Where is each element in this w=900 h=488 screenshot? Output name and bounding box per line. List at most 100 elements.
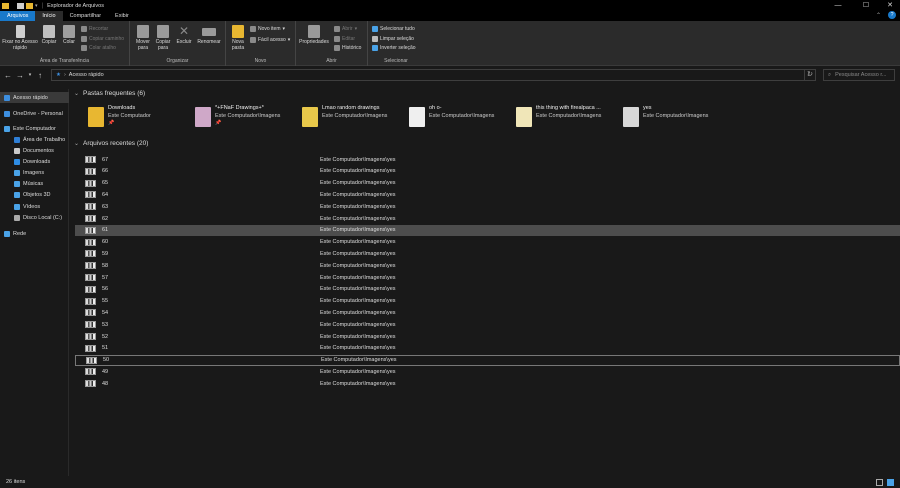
history-button[interactable]: Histórico [334, 45, 361, 51]
delete-button[interactable]: ✕ Excluir [175, 25, 193, 46]
easy-access-button[interactable]: Fácil acesso ▾ [250, 37, 290, 43]
breadcrumb-path[interactable]: Acesso rápido [69, 72, 104, 78]
sidebar-item-videos[interactable]: Vídeos [0, 201, 69, 212]
list-item[interactable]: 60 Este Computador\Imagens\yes [75, 237, 900, 248]
recent-locations-chevron-icon[interactable]: ▾ [26, 72, 34, 78]
move-to-button[interactable]: Mover para [133, 25, 153, 51]
sidebar-item-label: Imagens [23, 169, 45, 176]
details-view-icon[interactable] [876, 478, 883, 486]
frequent-folder-item[interactable]: Lmao random drawings Este Computador\Imag… [302, 105, 402, 135]
list-item[interactable]: 55 Este Computador\Imagens\yes [75, 296, 900, 307]
clear-selection-button[interactable]: Limpar seleção [372, 36, 414, 42]
tab-arquivos[interactable]: Arquivos [0, 11, 36, 21]
select-group: Selecionar tudo Limpar seleção Inverter … [368, 21, 424, 66]
list-item[interactable]: 50 Este Computador\Imagens\yes [75, 354, 900, 366]
list-item[interactable]: 49 Este Computador\Imagens\yes [75, 366, 900, 377]
close-button[interactable]: ✕ [880, 0, 900, 11]
back-arrow-icon[interactable]: ← [2, 71, 14, 80]
file-path: Este Computador\Imagens\yes [320, 215, 396, 222]
open-button[interactable]: Abrir ▾ [334, 26, 357, 32]
forward-arrow-icon[interactable]: → [14, 71, 26, 80]
search-input[interactable]: ⌕ Pesquisar Acesso r... [823, 69, 895, 81]
easy-access-icon [250, 37, 256, 43]
rename-button[interactable]: Renomear [196, 25, 222, 45]
select-group-label: Selecionar [384, 58, 408, 64]
pin-quick-access-button[interactable]: Fixar no Acesso rápido [2, 25, 38, 51]
invert-selection-button[interactable]: Inverter seleção [372, 45, 416, 51]
help-icon[interactable]: ? [888, 11, 896, 19]
collapse-chevron-icon: ⌄ [74, 91, 80, 97]
sidebar-item-3d-objects[interactable]: Objetos 3D [0, 189, 69, 200]
properties-icon[interactable] [17, 2, 24, 9]
minimize-button[interactable]: — [828, 0, 848, 11]
file-path: Este Computador\Imagens\yes [320, 286, 396, 293]
sidebar-item-local-disk[interactable]: Disco Local (C:) [0, 212, 69, 223]
quick-access-toolbar-chevron-icon[interactable]: ▾ [35, 3, 38, 9]
image-file-icon [85, 215, 96, 222]
sidebar-item-documents[interactable]: Documentos [0, 145, 69, 156]
tab-compartilhar[interactable]: Compartilhar [63, 11, 108, 21]
folder-name: Lmao random drawings [322, 105, 380, 111]
list-item[interactable]: 67 Este Computador\Imagens\yes [75, 154, 900, 165]
frequent-folder-item[interactable]: Downloads Este Computador 📌 [88, 105, 188, 135]
list-item[interactable]: 52 Este Computador\Imagens\yes [75, 331, 900, 342]
list-item[interactable]: 54 Este Computador\Imagens\yes [75, 307, 900, 318]
list-item[interactable]: 53 Este Computador\Imagens\yes [75, 319, 900, 330]
list-item[interactable]: 65 Este Computador\Imagens\yes [75, 178, 900, 189]
list-item[interactable]: 63 Este Computador\Imagens\yes [75, 201, 900, 212]
paste-button[interactable]: Colar [60, 25, 78, 45]
list-item[interactable]: 58 Este Computador\Imagens\yes [75, 260, 900, 271]
sidebar-item-network[interactable]: Rede [0, 228, 69, 239]
new-folder-button[interactable]: Nova pasta [229, 25, 247, 51]
address-bar[interactable]: ★ › Acesso rápido ⌄ [51, 69, 816, 81]
new-item-button[interactable]: Novo item ▾ [250, 26, 285, 32]
sidebar-item-desktop[interactable]: Área de Trabalho [0, 134, 69, 145]
list-item[interactable]: 62 Este Computador\Imagens\yes [75, 213, 900, 224]
tab-inicio[interactable]: Início [35, 11, 63, 21]
folder-name: oh o- [429, 105, 442, 111]
copy-to-button[interactable]: Copiar para [153, 25, 173, 51]
frequent-folder-item[interactable]: *+FNaF Drawings+* Este Computador\Imagens… [195, 105, 295, 135]
list-item[interactable]: 57 Este Computador\Imagens\yes [75, 272, 900, 283]
tab-exibir[interactable]: Exibir [108, 11, 136, 21]
list-item[interactable]: 64 Este Computador\Imagens\yes [75, 189, 900, 200]
sidebar-item-this-pc[interactable]: Este Computador [0, 123, 69, 134]
select-all-button[interactable]: Selecionar tudo [372, 26, 415, 32]
file-path: Este Computador\Imagens\yes [320, 203, 396, 210]
properties-button[interactable]: Propriedades [298, 25, 330, 45]
paste-shortcut-button[interactable]: Colar atalho [81, 45, 116, 51]
refresh-button[interactable]: ↻ [804, 69, 816, 81]
copy-path-button[interactable]: Copiar caminho [81, 36, 124, 42]
list-item[interactable]: 51 Este Computador\Imagens\yes [75, 343, 900, 354]
sidebar-item-quick-access[interactable]: Acesso rápido [0, 92, 69, 103]
list-item[interactable]: 56 Este Computador\Imagens\yes [75, 284, 900, 295]
copy-button[interactable]: Copiar [39, 25, 59, 45]
folder-icon[interactable] [2, 2, 9, 9]
up-arrow-icon[interactable]: ↑ [34, 71, 46, 80]
pin-icon: 📌 [108, 120, 115, 126]
frequent-folders-header[interactable]: ⌄ Pastas frequentes (6) [74, 90, 145, 97]
recent-files-header[interactable]: ⌄ Arquivos recentes (20) [74, 140, 148, 147]
list-item[interactable]: 59 Este Computador\Imagens\yes [75, 248, 900, 259]
sidebar-item-label: OneDrive - Personal [13, 110, 63, 117]
sidebar-item-downloads[interactable]: Downloads [0, 156, 69, 167]
sidebar-item-onedrive[interactable]: OneDrive - Personal [0, 108, 69, 119]
sidebar-item-music[interactable]: Músicas [0, 178, 69, 189]
list-item[interactable]: 61 Este Computador\Imagens\yes [75, 224, 900, 236]
list-item[interactable]: 48 Este Computador\Imagens\yes [75, 378, 900, 389]
new-folder-icon[interactable] [26, 2, 33, 9]
cut-button[interactable]: Recortar [81, 26, 108, 32]
navigation-pane[interactable]: Acesso rápido OneDrive - Personal Este Com… [0, 89, 69, 476]
image-file-icon [85, 226, 96, 234]
frequent-folder-item[interactable]: oh o- Este Computador\Imagens [409, 105, 509, 135]
list-item[interactable]: 66 Este Computador\Imagens\yes [75, 166, 900, 177]
large-icons-view-icon[interactable] [887, 478, 894, 486]
maximize-button[interactable]: ☐ [856, 0, 876, 11]
image-file-icon [85, 309, 96, 317]
edit-button[interactable]: Editar [334, 36, 355, 42]
collapse-ribbon-icon[interactable]: ⌃ [876, 12, 881, 19]
image-file-icon [85, 344, 96, 352]
frequent-folder-item[interactable]: this thing with firealpaca ... Este Compu… [516, 105, 616, 135]
sidebar-item-pictures[interactable]: Imagens [0, 167, 69, 178]
frequent-folder-item[interactable]: yes Este Computador\Imagens [623, 105, 723, 135]
